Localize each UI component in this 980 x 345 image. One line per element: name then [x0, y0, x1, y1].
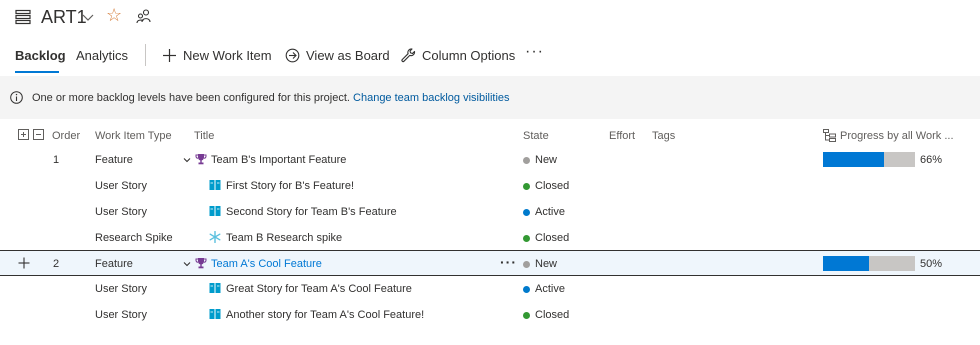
progress-bar — [823, 152, 915, 167]
view-as-board-label: View as Board — [306, 48, 390, 63]
collapse-all-button[interactable] — [33, 129, 44, 140]
trophy-icon — [195, 258, 207, 269]
row-state[interactable]: Closed — [535, 232, 569, 244]
tab-analytics[interactable]: Analytics — [76, 48, 128, 63]
row-type: Feature — [95, 154, 133, 166]
column-options-button[interactable]: Column Options — [401, 48, 516, 64]
new-work-item-button[interactable]: New Work Item — [162, 48, 272, 64]
column-header-order[interactable]: Order — [52, 130, 80, 142]
row-title[interactable]: Second Story for Team B's Feature — [226, 206, 397, 218]
toolbar: Backlog Analytics New Work Item View as … — [0, 36, 980, 74]
column-header-effort[interactable]: Effort — [609, 130, 635, 142]
add-child-icon[interactable] — [18, 257, 30, 269]
toolbar-divider — [145, 44, 146, 66]
row-title[interactable]: Great Story for Team A's Cool Feature — [226, 283, 412, 295]
book-icon — [209, 309, 221, 319]
table-row[interactable]: 1 Feature Team B's Important Feature New… — [0, 147, 980, 173]
row-order: 2 — [53, 258, 60, 270]
trophy-icon — [195, 154, 207, 165]
state-indicator — [523, 312, 530, 319]
column-header-work-item-type[interactable]: Work Item Type — [95, 130, 172, 142]
chevron-down-icon[interactable] — [82, 11, 94, 23]
chevron-down-icon[interactable] — [183, 156, 191, 164]
progress-fill — [823, 256, 869, 271]
table-row-selected[interactable]: 2 Feature Team A's Cool Feature ··· New … — [0, 250, 980, 276]
new-work-item-label: New Work Item — [183, 48, 272, 63]
state-indicator — [523, 286, 530, 293]
row-state[interactable]: Active — [535, 206, 565, 218]
book-icon — [209, 283, 221, 293]
column-header-tags[interactable]: Tags — [652, 130, 675, 142]
row-state[interactable]: New — [535, 154, 557, 166]
tab-backlog[interactable]: Backlog — [15, 48, 66, 63]
view-as-board-button[interactable]: View as Board — [285, 48, 390, 64]
row-state[interactable]: New — [535, 258, 557, 270]
progress-fill — [823, 152, 884, 167]
snowflake-icon — [209, 231, 221, 243]
state-indicator — [523, 183, 530, 190]
state-indicator — [523, 261, 530, 268]
star-icon[interactable]: ☆ — [106, 6, 122, 24]
table-row[interactable]: Research Spike Team B Research spike Clo… — [0, 225, 980, 251]
row-state[interactable]: Active — [535, 283, 565, 295]
backlog-icon — [15, 9, 31, 25]
row-state[interactable]: Closed — [535, 180, 569, 192]
row-title[interactable]: Team B Research spike — [226, 232, 342, 244]
progress-percent: 50% — [920, 258, 943, 270]
row-title[interactable]: Another story for Team A's Cool Feature! — [226, 309, 424, 321]
progress-bar — [823, 256, 915, 271]
plus-icon — [163, 49, 176, 62]
row-type: User Story — [95, 283, 147, 295]
team-icon[interactable] — [136, 8, 152, 24]
row-title[interactable]: Team A's Cool Feature — [211, 258, 322, 270]
state-indicator — [523, 235, 530, 242]
change-backlog-visibilities-link[interactable]: Change team backlog visibilities — [353, 92, 510, 104]
row-type: User Story — [95, 309, 147, 321]
row-title[interactable]: Team B's Important Feature — [211, 154, 346, 166]
table-row[interactable]: User Story First Story for B's Feature! … — [0, 173, 980, 199]
table-row[interactable]: User Story Second Story for Team B's Fea… — [0, 199, 980, 225]
row-order: 1 — [53, 154, 60, 166]
chevron-down-icon[interactable] — [183, 260, 191, 268]
column-options-label: Column Options — [422, 48, 516, 63]
table-row[interactable]: User Story Great Story for Team A's Cool… — [0, 276, 980, 302]
arrow-circle-icon — [285, 48, 300, 63]
active-tab-indicator — [15, 71, 59, 73]
more-actions-button[interactable]: ··· — [525, 43, 544, 61]
row-type: Research Spike — [95, 232, 173, 244]
info-banner: One or more backlog levels have been con… — [0, 76, 980, 119]
state-indicator — [523, 157, 530, 164]
banner-message: One or more backlog levels have been con… — [32, 92, 350, 104]
title-bar: ART1 ☆ — [0, 0, 980, 36]
state-indicator — [523, 209, 530, 216]
book-icon — [209, 180, 221, 190]
column-header-progress[interactable]: Progress by all Work ... — [840, 130, 954, 142]
wrench-icon — [401, 48, 416, 63]
row-state[interactable]: Closed — [535, 309, 569, 321]
column-header-title[interactable]: Title — [194, 130, 214, 142]
row-type: User Story — [95, 206, 147, 218]
row-title[interactable]: First Story for B's Feature! — [226, 180, 354, 192]
progress-percent: 66% — [920, 154, 943, 166]
row-type: User Story — [95, 180, 147, 192]
expand-all-button[interactable] — [18, 129, 29, 140]
info-icon — [10, 91, 23, 104]
column-header-state[interactable]: State — [523, 130, 549, 142]
rollup-icon — [823, 129, 836, 142]
row-more-actions-button[interactable]: ··· — [500, 254, 517, 270]
table-row[interactable]: User Story Another story for Team A's Co… — [0, 302, 980, 328]
page-title[interactable]: ART1 — [41, 7, 87, 28]
row-type: Feature — [95, 258, 133, 270]
book-icon — [209, 206, 221, 216]
